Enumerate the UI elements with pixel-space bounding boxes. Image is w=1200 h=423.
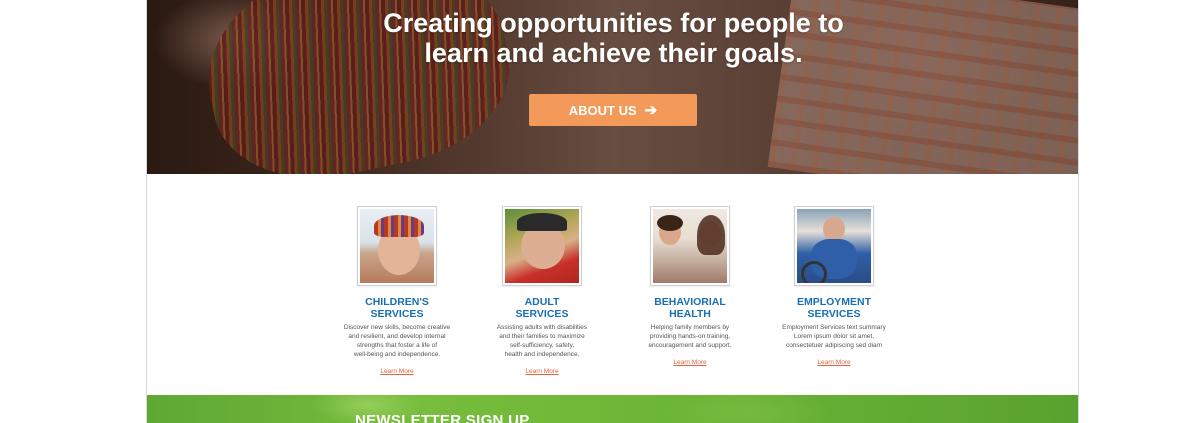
service-desc-employment: Employment Services text summary Lorem i…: [759, 324, 909, 351]
service-card-employment: EMPLOYMENT SERVICES Employment Services …: [759, 206, 909, 369]
service-card-childrens: CHILDREN'S SERVICES Discover new skills,…: [322, 206, 472, 378]
service-image-adult[interactable]: [502, 206, 582, 286]
service-desc-line: self-sufficiency, safety,: [509, 341, 575, 349]
service-desc-line: Discover new skills, become creative: [343, 324, 451, 331]
service-title-line1: CHILDREN'S: [365, 296, 429, 308]
service-desc-behavioral: Helping family members by providing hand…: [615, 324, 765, 351]
service-desc-line: Helping family members by: [650, 324, 730, 331]
service-desc-line: strengths that foster a life of: [356, 341, 438, 349]
service-card-behavioral: BEHAVIORIAL HEALTH Helping family member…: [615, 206, 765, 369]
service-title-line2: SERVICES: [370, 307, 424, 320]
learn-more-link-behavioral[interactable]: Learn More: [673, 359, 706, 368]
service-title-line1: ADULT: [524, 296, 560, 308]
arrow-right-icon: ➔: [644, 102, 658, 119]
service-title-line2: SERVICES: [807, 307, 861, 320]
about-us-label: ABOUT US: [568, 102, 637, 118]
service-desc-adult: Assisting adults with disabilities and t…: [467, 324, 617, 360]
service-desc-line: Employment Services text summary: [782, 324, 886, 331]
service-desc-line: and their families to maximize: [499, 332, 585, 340]
learn-more-link-childrens[interactable]: Learn More: [380, 368, 413, 377]
hero-headline-line1: Creating opportunities for people to: [383, 8, 844, 38]
service-title-line1: BEHAVIORIAL: [654, 296, 726, 308]
service-desc-line: consectetuer adipiscing sed diam: [785, 341, 883, 349]
hero-headline: Creating opportunities for people to lea…: [147, 8, 1078, 68]
hero-headline-line2: learn and achieve their goals.: [424, 38, 803, 68]
services-section: CHILDREN'S SERVICES Discover new skills,…: [147, 174, 1078, 395]
service-image-childrens[interactable]: [357, 206, 437, 286]
service-image-behavioral[interactable]: [650, 206, 730, 286]
service-desc-line: health and independence.: [504, 350, 580, 358]
service-desc-line: Lorem ipsum dolor sit amet,: [793, 332, 875, 340]
service-desc-line: encouragement and support.: [648, 341, 732, 349]
learn-more-link-employment[interactable]: Learn More: [817, 359, 850, 368]
hero-banner: Creating opportunities for people to lea…: [147, 0, 1078, 174]
service-desc-line: and resilient, and develop internal: [348, 332, 446, 340]
service-title-line2: SERVICES: [515, 307, 569, 320]
service-desc-line: well-being and independence.: [353, 350, 441, 358]
page-frame: Creating opportunities for people to lea…: [146, 0, 1079, 423]
newsletter-title: NEWSLETTER SIGN UP: [355, 412, 530, 423]
service-desc-line: providing hands-on training,: [649, 332, 731, 340]
learn-more-link-adult[interactable]: Learn More: [525, 368, 558, 377]
service-card-adult: ADULT SERVICES Assisting adults with dis…: [467, 206, 617, 378]
service-title-adult[interactable]: ADULT SERVICES: [467, 296, 617, 320]
service-desc-line: Assisting adults with disabilities: [496, 324, 588, 331]
service-desc-childrens: Discover new skills, become creative and…: [322, 324, 472, 360]
about-us-button[interactable]: ABOUT US ➔: [529, 94, 697, 126]
service-title-line2: HEALTH: [669, 307, 711, 320]
service-title-employment[interactable]: EMPLOYMENT SERVICES: [759, 296, 909, 320]
service-title-line1: EMPLOYMENT: [796, 296, 872, 308]
service-image-employment[interactable]: [794, 206, 874, 286]
service-title-behavioral[interactable]: BEHAVIORIAL HEALTH: [615, 296, 765, 320]
service-title-childrens[interactable]: CHILDREN'S SERVICES: [322, 296, 472, 320]
newsletter-section: NEWSLETTER SIGN UP: [147, 395, 1078, 423]
